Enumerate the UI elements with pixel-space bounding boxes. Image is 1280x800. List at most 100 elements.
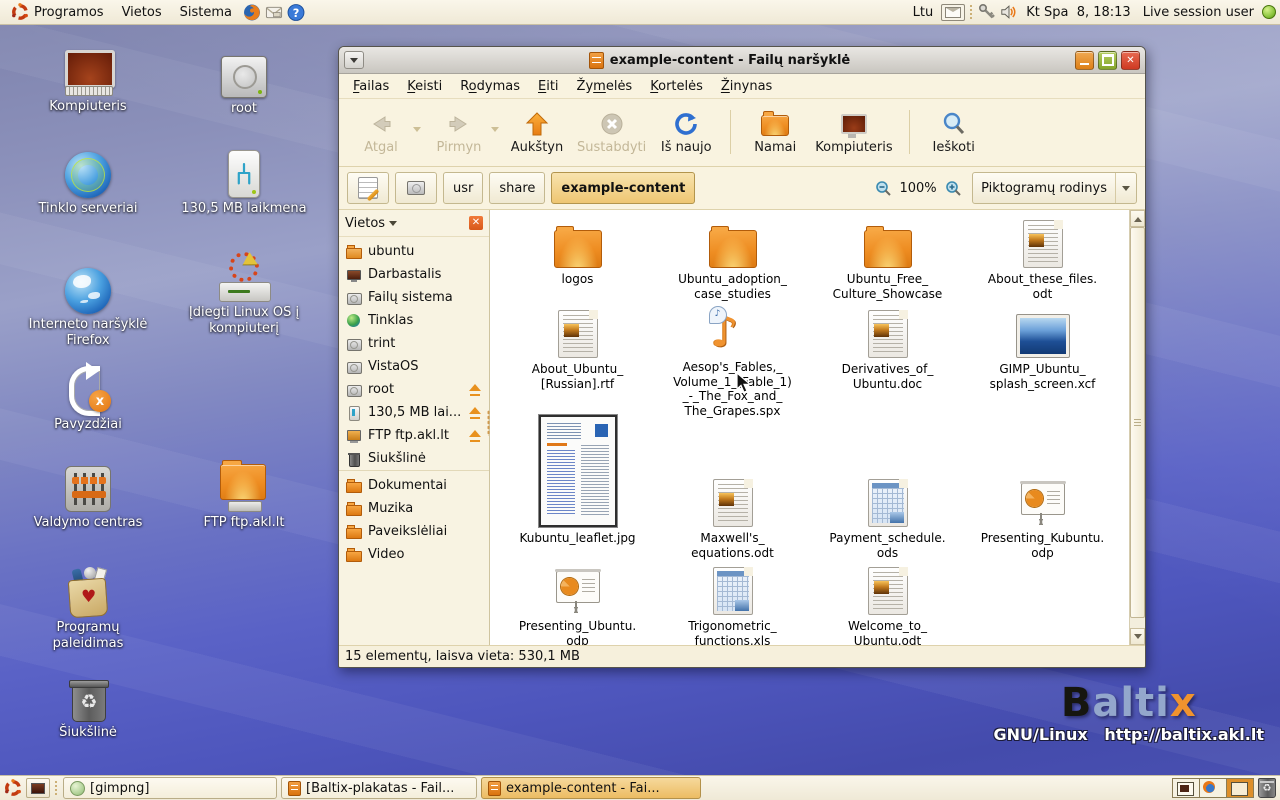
- stop-button[interactable]: Sustabdyti: [571, 107, 652, 157]
- desktop-icon-add-applications[interactable]: ♥ Programų paleidimas: [28, 565, 148, 652]
- places-menu[interactable]: Vietos: [115, 3, 169, 22]
- sidebar-item[interactable]: Failų sistema: [339, 286, 489, 309]
- sidebar-item[interactable]: root: [339, 378, 489, 401]
- home-button[interactable]: Namai: [741, 107, 809, 157]
- scroll-down-button[interactable]: [1130, 628, 1145, 645]
- back-button[interactable]: Atgal: [347, 107, 415, 157]
- user-status-icon[interactable]: [1262, 5, 1276, 19]
- applet-handle[interactable]: [969, 4, 974, 20]
- scroll-up-button[interactable]: [1130, 210, 1145, 227]
- volume-icon[interactable]: [1000, 3, 1018, 21]
- file-item[interactable]: Kubuntu_leaflet.jpg: [500, 415, 655, 573]
- trash-applet-icon[interactable]: ♻: [1258, 778, 1276, 798]
- file-item[interactable]: Derivatives_of_ Ubuntu.doc: [810, 310, 965, 415]
- menu-item-4[interactable]: Eiti: [530, 77, 567, 96]
- firefox-launcher-icon[interactable]: [243, 3, 261, 21]
- menu-item-7[interactable]: Žinynas: [713, 77, 780, 96]
- applet-handle[interactable]: [54, 780, 59, 796]
- mail-launcher-icon[interactable]: [265, 3, 283, 21]
- sidebar-item[interactable]: Darbastalis: [339, 263, 489, 286]
- sidebar-item[interactable]: Video: [339, 543, 489, 566]
- sidebar-close-button[interactable]: ✕: [469, 216, 483, 230]
- desktop-icon-computer[interactable]: Kompiuteris: [28, 44, 148, 115]
- reload-button[interactable]: Iš naujo: [652, 107, 720, 157]
- file-item[interactable]: Ubuntu_adoption_ case_studies: [655, 220, 810, 310]
- sidebar-item[interactable]: ubuntu: [339, 240, 489, 263]
- vertical-scrollbar[interactable]: [1129, 210, 1145, 645]
- sidebar-item[interactable]: Šiukšlinė: [339, 447, 489, 471]
- path-button-share[interactable]: share: [489, 172, 545, 204]
- sidebar-item[interactable]: FTP ftp.akl.lt: [339, 424, 489, 447]
- desktop-icon-examples[interactable]: x Pavyzdžiai: [28, 362, 148, 433]
- file-item[interactable]: GIMP_Ubuntu_ splash_screen.xcf: [965, 310, 1120, 415]
- desktop-icon-firefox[interactable]: Interneto naršyklė Firefox: [28, 262, 148, 349]
- desktop-icon-root[interactable]: root: [184, 46, 304, 117]
- sidebar-header[interactable]: Vietos ✕: [339, 210, 489, 237]
- file-item[interactable]: Presenting_Ubuntu. odp: [500, 573, 655, 645]
- desktop-icon-trash[interactable]: ♻ Šiukšlinė: [28, 670, 148, 741]
- desktop-icon-install-linux[interactable]: Įdiegti Linux OS į kompiuterį: [169, 250, 319, 337]
- file-item[interactable]: Maxwell's_ equations.odt: [655, 415, 810, 573]
- scrollbar-track[interactable]: [1130, 227, 1145, 628]
- menu-item-6[interactable]: Kortelės: [642, 77, 711, 96]
- minimize-button[interactable]: [1075, 51, 1094, 70]
- sidebar-item[interactable]: Tinklas: [339, 309, 489, 332]
- menu-item-2[interactable]: Keisti: [399, 77, 450, 96]
- filesystem-root-button[interactable]: [395, 172, 437, 204]
- view-mode-select[interactable]: Piktogramų rodinys: [972, 172, 1137, 204]
- eject-button[interactable]: [468, 430, 482, 442]
- edit-location-button[interactable]: [347, 172, 389, 204]
- menu-item-1[interactable]: Failas: [345, 77, 397, 96]
- scrollbar-thumb[interactable]: [1130, 227, 1145, 618]
- file-item[interactable]: Welcome_to_ Ubuntu.odt: [810, 573, 965, 645]
- file-item[interactable]: About_Ubuntu_ [Russian].rtf: [500, 310, 655, 415]
- zoom-in-icon[interactable]: [944, 179, 962, 197]
- sidebar-item[interactable]: Muzika: [339, 497, 489, 520]
- menu-item-3[interactable]: Rodymas: [452, 77, 528, 96]
- sidebar-item[interactable]: 130,5 MB lai...: [339, 401, 489, 424]
- path-button-usr[interactable]: usr: [443, 172, 483, 204]
- eject-button[interactable]: [468, 407, 482, 419]
- system-menu[interactable]: Sistema: [173, 3, 239, 22]
- forward-history-chevron[interactable]: [491, 127, 499, 136]
- workspace-3-active[interactable]: [1227, 779, 1253, 797]
- desktop-icon-usb-media[interactable]: 130,5 MB laikmena: [164, 146, 324, 217]
- mail-notification-icon[interactable]: [941, 4, 965, 21]
- task-baltix-plakatas[interactable]: [Baltix-plakatas - Fail...: [281, 777, 477, 799]
- file-item[interactable]: ♪♪Aesop's_Fables,_ Volume_1_(Fable_1) _-…: [655, 310, 810, 415]
- up-button[interactable]: Aukštyn: [503, 107, 571, 157]
- desktop-icon-ftp[interactable]: FTP ftp.akl.lt: [184, 460, 304, 531]
- file-item[interactable]: Ubuntu_Free_ Culture_Showcase: [810, 220, 965, 310]
- applications-menu[interactable]: Programos: [4, 1, 111, 23]
- path-button-example-content[interactable]: example-content: [551, 172, 695, 204]
- computer-button[interactable]: Kompiuteris: [809, 107, 898, 157]
- task-example-content[interactable]: example-content - Fai...: [481, 777, 701, 799]
- sidebar-item[interactable]: Paveikslėliai: [339, 520, 489, 543]
- workspace-2[interactable]: [1200, 779, 1227, 797]
- file-item[interactable]: logos: [500, 220, 655, 310]
- clock[interactable]: Kt Spa 8, 18:13: [1022, 5, 1135, 20]
- user-switcher[interactable]: Live session user: [1139, 5, 1258, 20]
- help-launcher-icon[interactable]: ?: [287, 3, 305, 21]
- window-menu-button[interactable]: [344, 51, 364, 69]
- menu-item-5[interactable]: Žymelės: [569, 77, 641, 96]
- back-history-chevron[interactable]: [413, 127, 421, 136]
- close-button[interactable]: ✕: [1121, 51, 1140, 70]
- keyboard-layout-indicator[interactable]: Ltu: [909, 5, 938, 20]
- desktop-icon-network-servers[interactable]: Tinklo serveriai: [28, 146, 148, 217]
- key-icon[interactable]: [978, 3, 996, 21]
- titlebar[interactable]: example-content - Failų naršyklė ✕: [339, 47, 1145, 74]
- file-item[interactable]: Presenting_Kubuntu. odp: [965, 415, 1120, 573]
- sidebar-item[interactable]: Dokumentai: [339, 474, 489, 497]
- search-button[interactable]: Ieškoti: [920, 107, 988, 157]
- workspace-1[interactable]: [1173, 779, 1200, 797]
- sidebar-item[interactable]: trint: [339, 332, 489, 355]
- maximize-button[interactable]: [1098, 51, 1117, 70]
- desktop-icon-control-center[interactable]: Valdymo centras: [28, 460, 148, 531]
- eject-button[interactable]: [468, 384, 482, 396]
- forward-button[interactable]: Pirmyn: [425, 107, 493, 157]
- show-desktop-button[interactable]: [26, 778, 50, 798]
- file-item[interactable]: Payment_schedule. ods: [810, 415, 965, 573]
- task-gimp[interactable]: [gimpng]: [63, 777, 277, 799]
- zoom-out-icon[interactable]: [874, 179, 892, 197]
